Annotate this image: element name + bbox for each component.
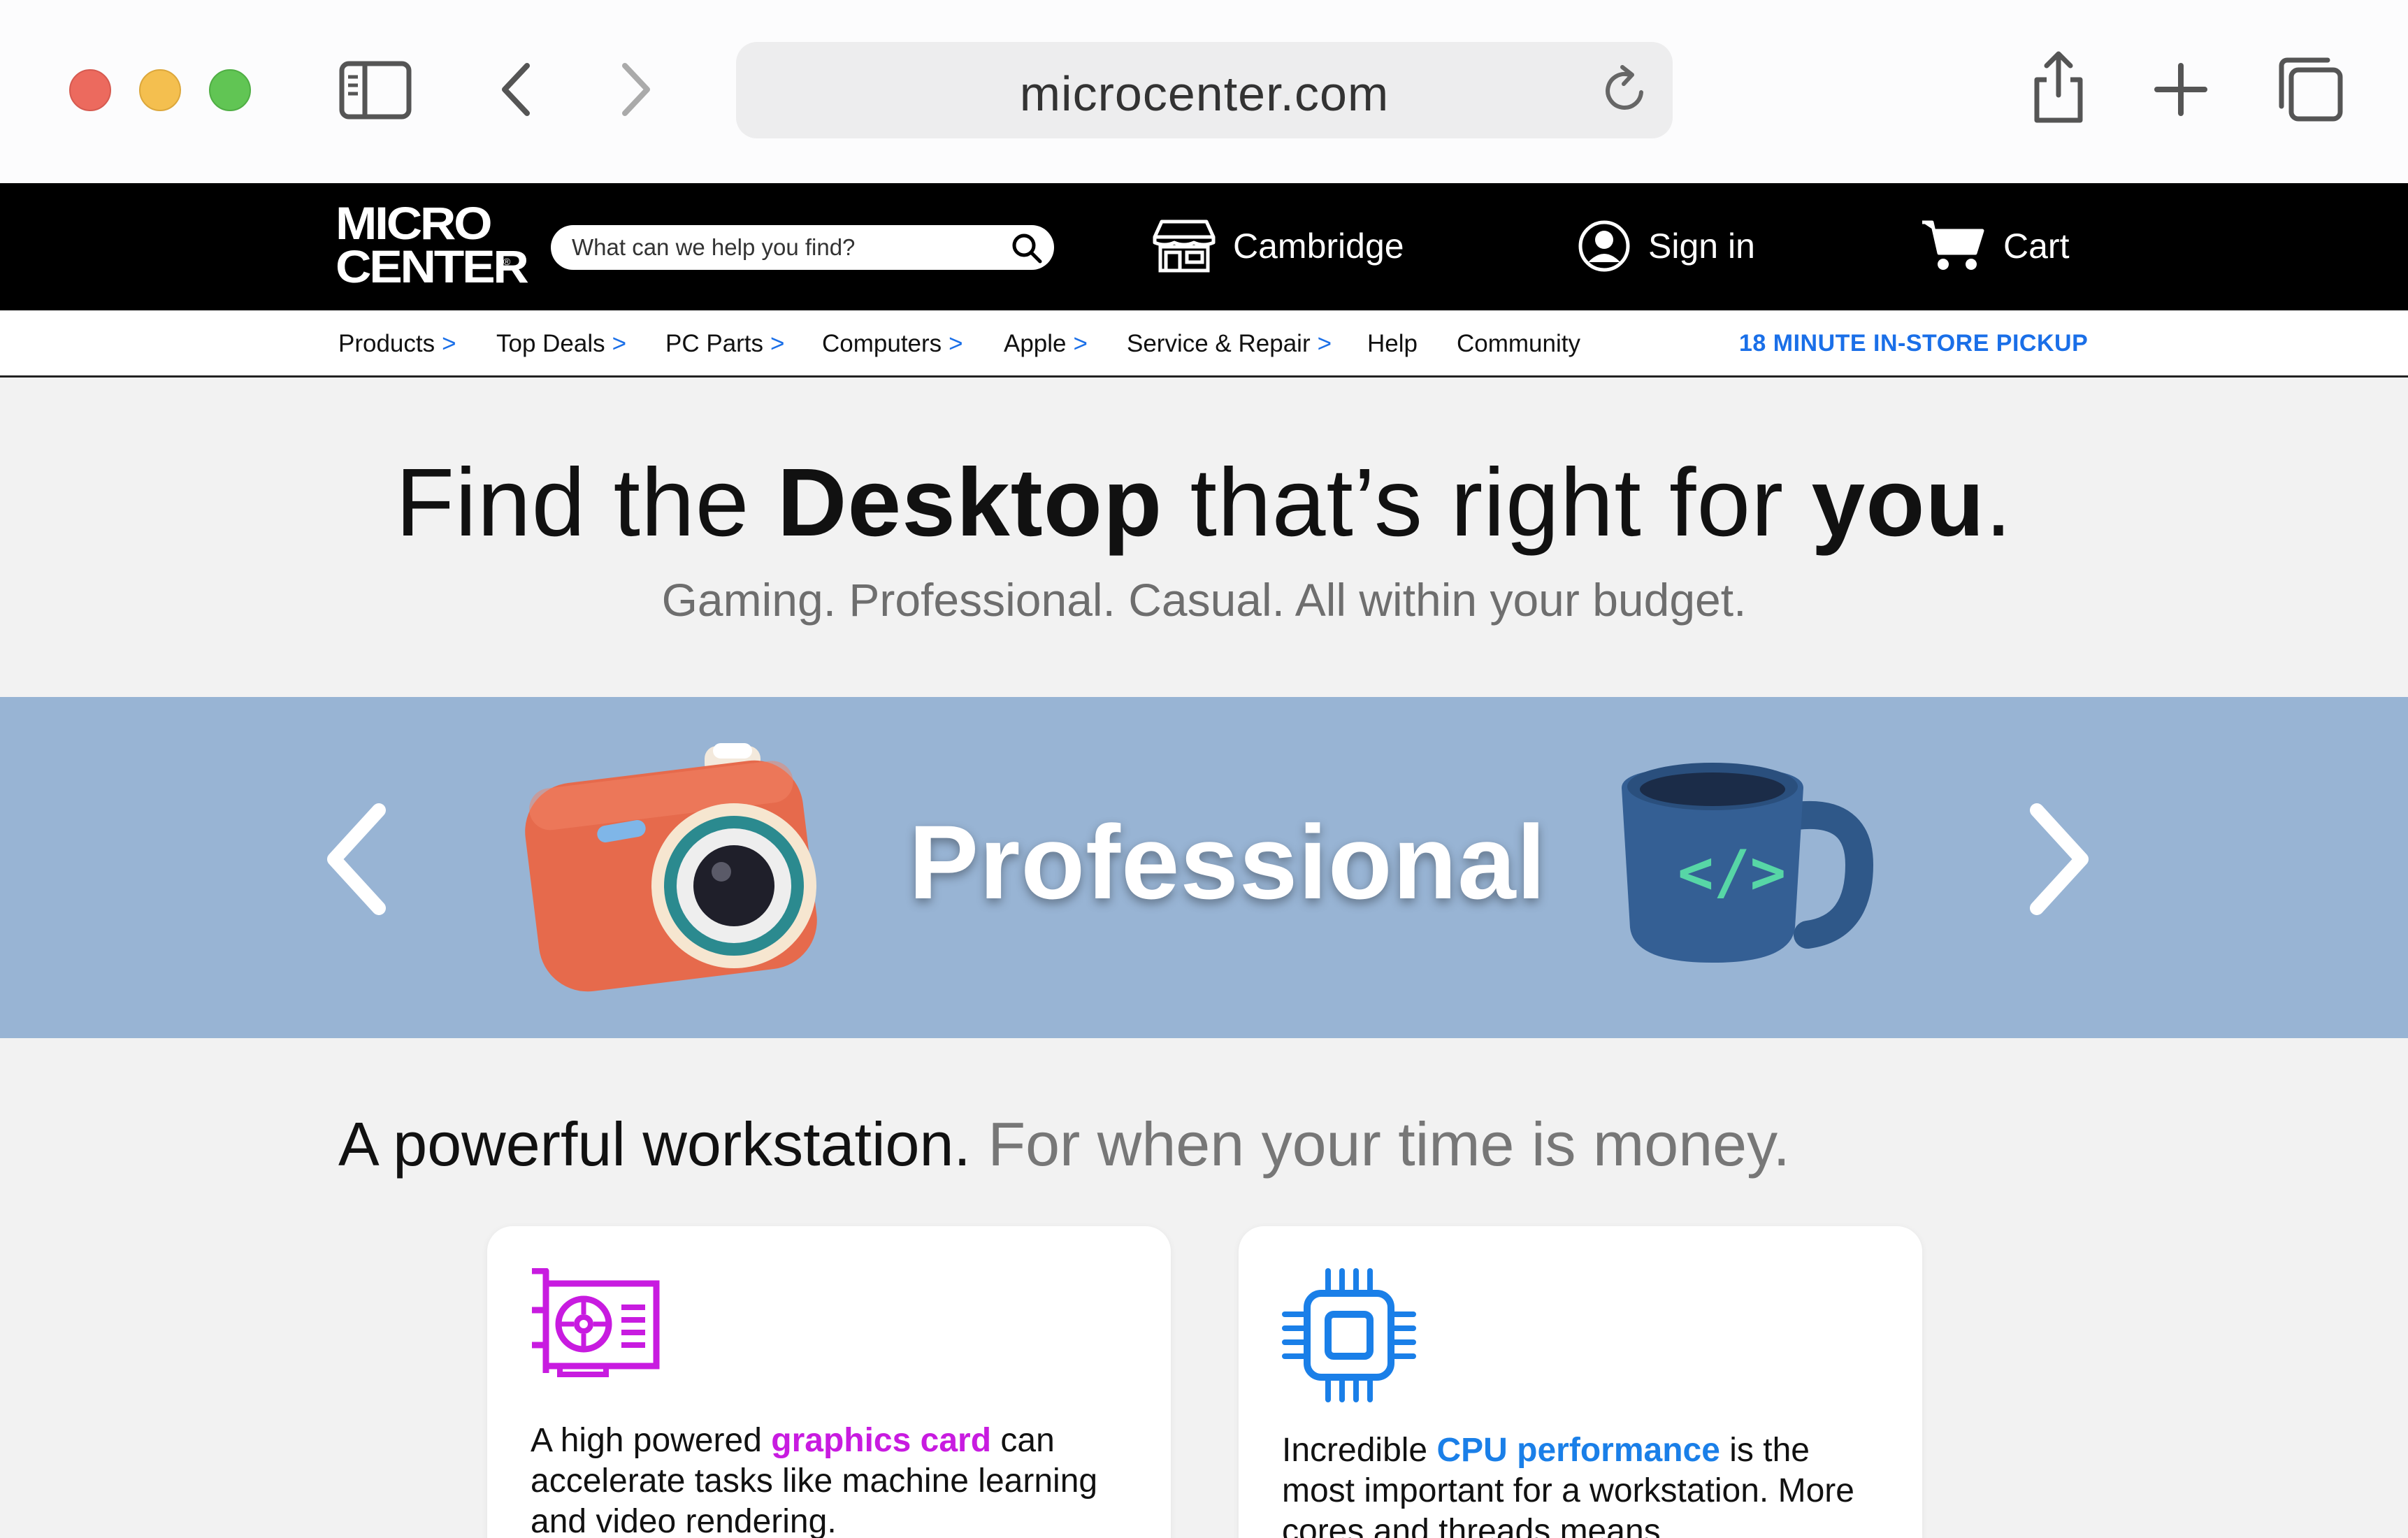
nav-item-pc-parts[interactable]: PC Parts > <box>665 330 785 358</box>
nav-label: Help <box>1367 330 1418 357</box>
carousel-label[interactable]: Professional <box>909 802 1546 923</box>
card-highlight-cpu-performance: CPU performance <box>1436 1432 1720 1469</box>
chevron-right-icon: > <box>949 330 963 357</box>
nav-item-apple[interactable]: Apple > <box>1004 330 1088 358</box>
search-icon[interactable] <box>1009 231 1044 266</box>
graphics-card-icon <box>532 1268 660 1377</box>
title-text: . <box>1984 449 2013 556</box>
pickup-promo-link[interactable]: 18 MINUTE IN-STORE PICKUP <box>1739 330 2088 357</box>
nav-item-service-repair[interactable]: Service & Repair > <box>1127 330 1332 358</box>
code-mug-icon: </> <box>1622 763 1873 963</box>
logo-text-line2: CENTER <box>336 240 529 292</box>
search-box <box>551 225 1054 270</box>
nav-item-top-deals[interactable]: Top Deals > <box>496 330 626 358</box>
cart-link[interactable]: Cart <box>1919 211 2069 281</box>
chevron-right-icon: > <box>1073 330 1088 357</box>
card-text-pre: Incredible <box>1282 1432 1437 1469</box>
page-subtitle: Gaming. Professional. Casual. All within… <box>661 574 1747 626</box>
zoom-window-button[interactable] <box>209 69 251 111</box>
feature-card-cpu: Incredible CPU performance is the most i… <box>1239 1226 1922 1538</box>
section-heading-strong: A powerful workstation. <box>338 1109 971 1179</box>
micro-center-logo[interactable]: MICRO CENTER ® <box>336 200 529 292</box>
nav-label: Products <box>338 330 435 357</box>
user-icon <box>1578 220 1630 272</box>
cpu-icon <box>1282 1268 1416 1402</box>
share-icon[interactable] <box>2027 49 2090 126</box>
carousel-next-button[interactable] <box>2026 802 2093 917</box>
nav-label: Community <box>1457 330 1580 357</box>
feature-card-graphics: A high powered graphics card can acceler… <box>487 1226 1171 1538</box>
minimize-window-button[interactable] <box>139 69 181 111</box>
store-label: Cambridge <box>1233 227 1404 266</box>
sign-in-label: Sign in <box>1648 227 1755 266</box>
logo-registered-mark: ® <box>503 256 511 267</box>
feature-card-text: Incredible CPU performance is the most i… <box>1282 1430 1890 1538</box>
mug-code-text: </> <box>1678 838 1786 907</box>
browser-toolbar: microcenter.com <box>0 0 2408 183</box>
back-icon[interactable] <box>498 62 533 117</box>
store-icon <box>1153 220 1216 273</box>
address-bar[interactable]: microcenter.com <box>736 42 1673 138</box>
carousel-prev-button[interactable] <box>323 802 390 917</box>
chevron-right-icon: > <box>442 330 456 357</box>
nav-item-computers[interactable]: Computers > <box>822 330 963 358</box>
section-heading-muted: For when your time is money. <box>970 1109 1790 1179</box>
nav-item-products[interactable]: Products > <box>338 330 456 358</box>
logo-text-line1: MICRO <box>336 197 493 249</box>
new-tab-icon[interactable] <box>2153 62 2209 117</box>
nav-label: Service & Repair <box>1127 330 1311 357</box>
title-emphasis-you: you <box>1811 449 1985 556</box>
page-title: Find the Desktop that’s right for you. <box>0 447 2408 559</box>
store-selector[interactable]: Cambridge <box>1152 211 1404 281</box>
nav-label: Computers <box>822 330 942 357</box>
close-window-button[interactable] <box>69 69 111 111</box>
forward-icon[interactable] <box>619 62 654 117</box>
site-header: MICRO CENTER ® Cambridge Sign in <box>0 183 2408 310</box>
chevron-right-icon: > <box>612 330 627 357</box>
title-text: Find the <box>395 449 777 556</box>
feature-card-text: A high powered graphics card can acceler… <box>531 1421 1139 1538</box>
nav-item-community[interactable]: Community <box>1457 330 1580 358</box>
chevron-right-icon: > <box>770 330 785 357</box>
nav-item-help[interactable]: Help <box>1367 330 1418 358</box>
category-nav: Products > Top Deals > PC Parts > Computers… <box>0 310 2408 378</box>
category-carousel: Professional </> <box>0 697 2408 1038</box>
chevron-right-icon: > <box>1317 330 1332 357</box>
nav-label: Top Deals <box>496 330 605 357</box>
card-highlight-graphics-card: graphics card <box>771 1422 992 1459</box>
sign-in-link[interactable]: Sign in <box>1577 211 1755 281</box>
camera-icon <box>525 743 817 992</box>
nav-label: Apple <box>1004 330 1067 357</box>
title-text: that’s right for <box>1162 449 1812 556</box>
url-text: microcenter.com <box>1019 66 1390 121</box>
reload-icon[interactable] <box>1601 63 1650 116</box>
nav-label: PC Parts <box>665 330 764 357</box>
section-heading: A powerful workstation. For when your ti… <box>338 1109 1790 1180</box>
search-input[interactable] <box>572 225 991 270</box>
sidebar-icon[interactable] <box>338 60 412 120</box>
cart-icon <box>1922 220 1984 270</box>
title-emphasis-desktop: Desktop <box>777 449 1163 556</box>
card-text-pre: A high powered <box>531 1422 772 1459</box>
cart-label: Cart <box>2003 227 2070 266</box>
tabs-overview-icon[interactable] <box>2276 55 2346 124</box>
